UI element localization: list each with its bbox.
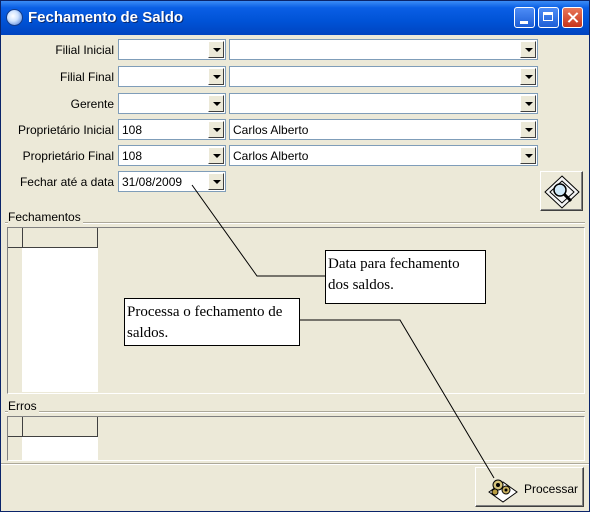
processa-callout: Processa o fechamento de saldos. — [124, 298, 300, 346]
data-callout-leader — [191, 184, 325, 277]
processa-callout-leader — [298, 319, 495, 479]
callout-leader-lines — [191, 184, 495, 479]
data-callout: Data para fechamento dos saldos. — [325, 250, 486, 304]
